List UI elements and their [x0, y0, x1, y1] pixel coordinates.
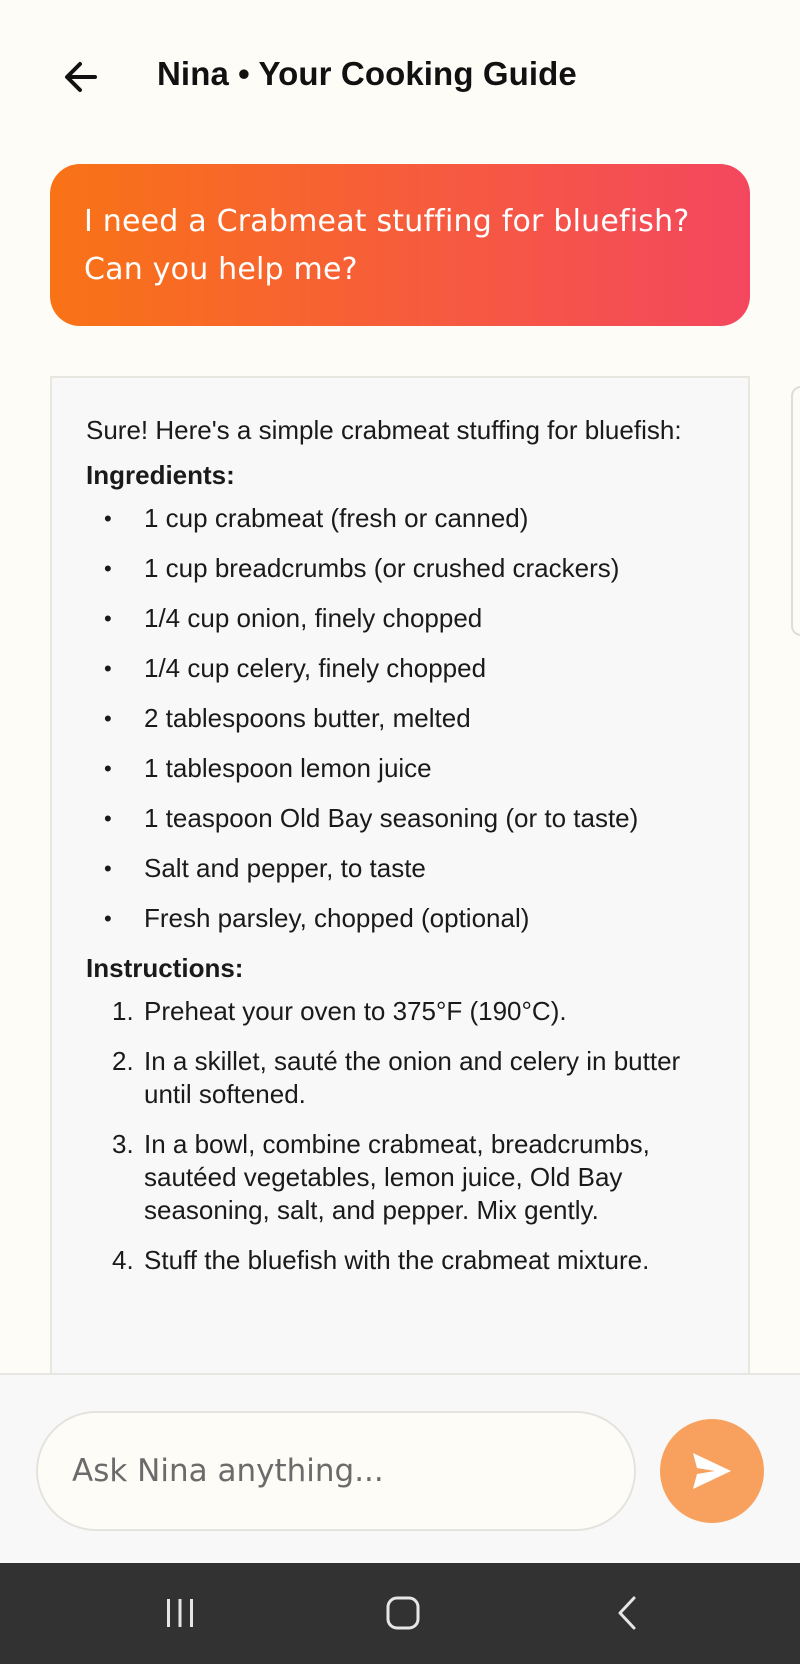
send-icon: [693, 1453, 731, 1489]
list-item: 1 teaspoon Old Bay seasoning (or to tast…: [86, 802, 718, 835]
list-item: 3. In a bowl, combine crabmeat, breadcru…: [86, 1128, 718, 1227]
home-button[interactable]: [363, 1583, 443, 1643]
app-header: Nina • Your Cooking Guide: [0, 0, 800, 155]
arrow-left-icon: [65, 62, 97, 92]
recents-icon: [167, 1599, 193, 1627]
list-item: 1 cup crabmeat (fresh or canned): [86, 502, 718, 535]
step-text: Preheat your oven to 375°F (190°C).: [144, 996, 567, 1026]
list-item: Salt and pepper, to taste: [86, 852, 718, 885]
step-number: 3.: [112, 1129, 134, 1159]
instructions-heading: Instructions:: [86, 953, 244, 983]
chat-input[interactable]: [36, 1411, 636, 1531]
side-scroll-handle[interactable]: [791, 386, 800, 636]
list-item: 2 tablespoons butter, melted: [86, 702, 718, 735]
nav-back-button[interactable]: [588, 1583, 668, 1643]
recents-button[interactable]: [140, 1583, 220, 1643]
step-number: 4.: [112, 1245, 134, 1275]
back-button[interactable]: [56, 52, 106, 102]
list-item: Fresh parsley, chopped (optional): [86, 902, 718, 935]
send-button[interactable]: [660, 1419, 764, 1523]
list-item: 1/4 cup celery, finely chopped: [86, 652, 718, 685]
ingredients-heading: Ingredients:: [86, 460, 235, 490]
system-nav-bar: [0, 1563, 800, 1664]
ingredients-list: 1 cup crabmeat (fresh or canned) 1 cup b…: [86, 502, 718, 935]
message-composer: [0, 1373, 800, 1563]
instructions-list: 1. Preheat your oven to 375°F (190°C). 2…: [86, 995, 718, 1277]
list-item: 4. Stuff the bluefish with the crabmeat …: [86, 1244, 718, 1277]
assistant-message-card: Sure! Here's a simple crabmeat stuffing …: [50, 376, 750, 1376]
list-item: 1 tablespoon lemon juice: [86, 752, 718, 785]
list-item: 1 cup breadcrumbs (or crushed crackers): [86, 552, 718, 585]
list-item: 2. In a skillet, sauté the onion and cel…: [86, 1045, 718, 1111]
step-number: 1.: [112, 996, 134, 1026]
back-chevron-icon: [618, 1596, 636, 1630]
assistant-intro: Sure! Here's a simple crabmeat stuffing …: [86, 415, 682, 445]
step-text: Stuff the bluefish with the crabmeat mix…: [144, 1245, 650, 1275]
user-message-bubble: I need a Crabmeat stuffing for bluefish?…: [50, 164, 750, 326]
page-title: Nina • Your Cooking Guide: [157, 55, 577, 92]
list-item: 1/4 cup onion, finely chopped: [86, 602, 718, 635]
step-text: In a skillet, sauté the onion and celery…: [144, 1046, 681, 1109]
step-text: In a bowl, combine crabmeat, breadcrumbs…: [144, 1129, 650, 1225]
home-icon: [386, 1596, 420, 1630]
list-item: 1. Preheat your oven to 375°F (190°C).: [86, 995, 718, 1028]
step-number: 2.: [112, 1046, 134, 1076]
chat-screen: Nina • Your Cooking Guide I need a Crabm…: [0, 0, 800, 1664]
